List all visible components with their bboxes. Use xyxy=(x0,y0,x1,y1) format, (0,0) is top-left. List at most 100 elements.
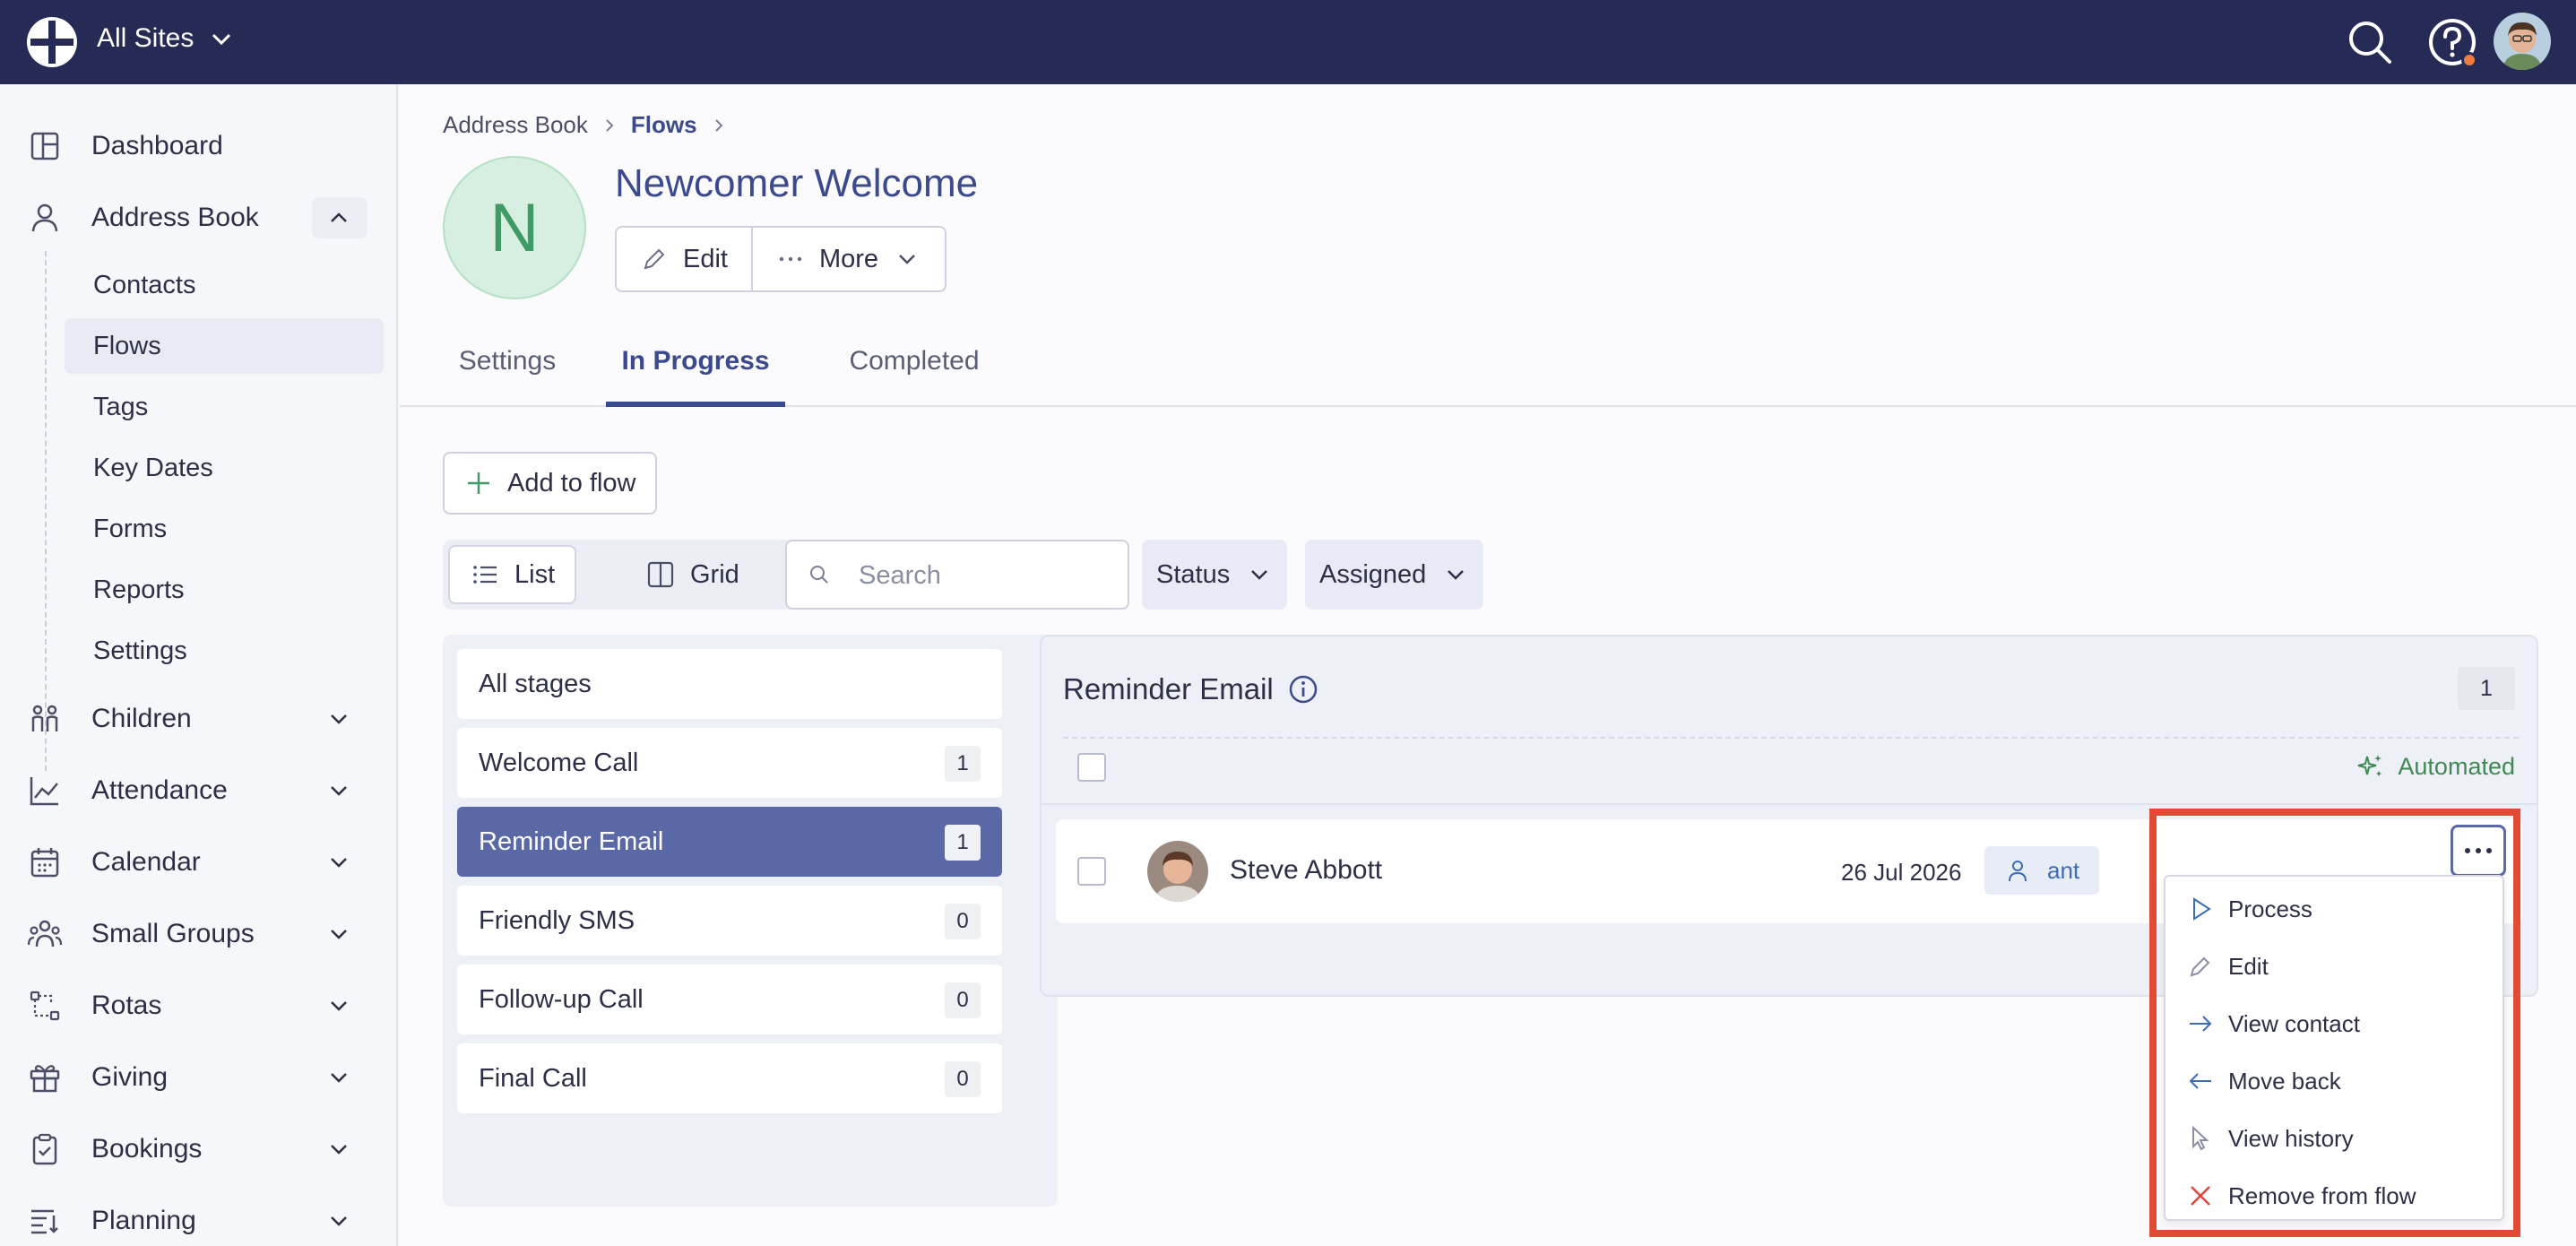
stage-detail-title: Reminder Email xyxy=(1063,672,1318,706)
person-icon xyxy=(2009,861,2027,882)
ellipsis-icon xyxy=(779,256,802,262)
page-title: Newcomer Welcome xyxy=(615,161,979,205)
search-icon[interactable] xyxy=(2343,15,2397,69)
stage-follow-up-call[interactable]: Follow-up Call 0 xyxy=(457,965,1002,1034)
children-icon xyxy=(31,705,58,731)
list-view-button[interactable]: List xyxy=(448,545,577,604)
contact-name[interactable]: Steve Abbott xyxy=(1230,855,1382,886)
menu-item-remove-from-flow[interactable]: Remove from flow xyxy=(2165,1167,2503,1224)
breadcrumb-address-book[interactable]: Address Book xyxy=(443,111,588,139)
chevron-down-icon xyxy=(331,1145,347,1155)
stage-final-call[interactable]: Final Call 0 xyxy=(457,1043,1002,1113)
tab-completed[interactable]: Completed xyxy=(825,346,1004,407)
rota-icon xyxy=(30,991,60,1021)
tab-settings[interactable]: Settings xyxy=(445,346,570,407)
tab-in-progress[interactable]: In Progress xyxy=(606,346,785,407)
edit-button[interactable]: Edit xyxy=(617,228,751,290)
breadcrumb-flows[interactable]: Flows xyxy=(631,111,697,139)
stage-label: Reminder Email xyxy=(479,826,664,856)
sidebar-subitem-forms[interactable]: Forms xyxy=(65,501,384,557)
sidebar-item-rotas[interactable]: Rotas xyxy=(0,974,398,1037)
status-filter[interactable]: Status xyxy=(1142,540,1288,610)
x-icon xyxy=(2191,1186,2210,1206)
sidebar-item-address-book[interactable]: Address Book xyxy=(0,186,398,249)
sidebar-item-dashboard[interactable]: Dashboard xyxy=(0,115,398,177)
stage-label: Welcome Call xyxy=(479,748,639,777)
tab-bar: Settings In Progress Completed xyxy=(400,333,2576,407)
row-checkbox[interactable] xyxy=(1077,857,1106,886)
chevron-down-icon xyxy=(212,33,231,46)
grid-view-label: Grid xyxy=(690,559,739,589)
select-all-checkbox[interactable] xyxy=(1077,753,1106,782)
site-switcher[interactable]: All Sites xyxy=(97,23,235,54)
sidebar-item-giving[interactable]: Giving xyxy=(0,1046,398,1109)
stage-all[interactable]: All stages xyxy=(457,649,1002,719)
search-icon xyxy=(810,566,828,584)
assigned-filter-label: Assigned xyxy=(1319,559,1427,589)
sidebar-subitem-reports[interactable]: Reports xyxy=(65,562,384,618)
sidebar-item-label: Address Book xyxy=(91,203,259,232)
assignee-badge[interactable]: ant xyxy=(1984,846,2100,895)
divider xyxy=(1063,737,2519,739)
search-field[interactable] xyxy=(785,540,1129,610)
divider xyxy=(1042,803,2537,805)
sidebar-subitem-key-dates[interactable]: Key Dates xyxy=(65,440,384,496)
sidebar-subitem-settings[interactable]: Settings xyxy=(65,623,384,679)
chevron-down-icon xyxy=(331,858,347,868)
chevron-right-icon xyxy=(714,118,722,132)
play-icon xyxy=(2193,897,2211,921)
chart-icon xyxy=(30,777,58,806)
stage-reminder-email[interactable]: Reminder Email 1 xyxy=(457,807,1002,877)
planning-icon xyxy=(31,1209,58,1234)
sidebar-subitem-contacts[interactable]: Contacts xyxy=(65,257,384,313)
sidebar-item-label: Calendar xyxy=(91,847,201,877)
user-avatar[interactable] xyxy=(2494,13,2551,70)
sidebar-item-label: Attendance xyxy=(91,775,228,805)
row-date: 26 Jul 2026 xyxy=(1841,859,1962,886)
sidebar-subitem-flows[interactable]: Flows xyxy=(65,318,384,374)
menu-item-label: Remove from flow xyxy=(2228,1181,2416,1209)
menu-item-label: View history xyxy=(2228,1124,2354,1152)
grid-view-button[interactable]: Grid xyxy=(626,545,759,604)
gift-icon xyxy=(30,1065,60,1093)
info-icon[interactable] xyxy=(1288,674,1318,705)
add-to-flow-button[interactable]: Add to flow xyxy=(443,452,658,515)
logo-icon[interactable] xyxy=(25,15,79,69)
automated-badge: Automated xyxy=(2355,751,2515,782)
menu-item-view-contact[interactable]: View contact xyxy=(2165,995,2503,1052)
sidebar-item-bookings[interactable]: Bookings xyxy=(0,1118,398,1181)
sidebar-item-label: Dashboard xyxy=(91,131,223,160)
sidebar-item-label: Rotas xyxy=(91,991,162,1020)
chevron-up-icon xyxy=(331,212,347,222)
arrow-right-icon xyxy=(2190,1016,2212,1032)
stage-count: 0 xyxy=(945,982,981,1018)
sidebar-subitem-tags[interactable]: Tags xyxy=(65,379,384,435)
sidebar-item-small-groups[interactable]: Small Groups xyxy=(0,903,398,965)
menu-item-move-back[interactable]: Move back xyxy=(2165,1052,2503,1110)
view-toggle: List Grid xyxy=(443,540,812,610)
chevron-down-icon xyxy=(899,255,915,264)
assigned-filter[interactable]: Assigned xyxy=(1305,540,1484,610)
stage-list: All stages Welcome Call 1 Reminder Email… xyxy=(443,635,1058,1207)
search-input[interactable] xyxy=(859,558,1119,593)
sidebar-item-label: Bookings xyxy=(91,1134,203,1164)
stage-welcome-call[interactable]: Welcome Call 1 xyxy=(457,728,1002,798)
sidebar-item-children[interactable]: Children xyxy=(0,688,398,750)
sidebar-item-label: Giving xyxy=(91,1062,169,1092)
stage-friendly-sms[interactable]: Friendly SMS 0 xyxy=(457,886,1002,956)
stage-label: Follow-up Call xyxy=(479,984,644,1014)
more-button[interactable]: More xyxy=(750,228,945,290)
more-button-label: More xyxy=(818,244,879,273)
menu-item-process[interactable]: Process xyxy=(2165,880,2503,938)
sidebar-item-attendance[interactable]: Attendance xyxy=(0,759,398,822)
flow-avatar: N xyxy=(443,156,586,299)
menu-item-edit[interactable]: Edit xyxy=(2165,938,2503,995)
chevron-down-icon xyxy=(1448,570,1465,580)
sidebar-item-calendar[interactable]: Calendar xyxy=(0,831,398,894)
menu-item-view-history[interactable]: View history xyxy=(2165,1110,2503,1167)
sidebar-item-planning[interactable]: Planning xyxy=(0,1190,398,1246)
chevron-down-icon xyxy=(331,786,347,796)
sidebar-item-label: Planning xyxy=(91,1206,196,1235)
chevron-down-icon xyxy=(331,1073,347,1083)
list-icon xyxy=(473,566,497,584)
